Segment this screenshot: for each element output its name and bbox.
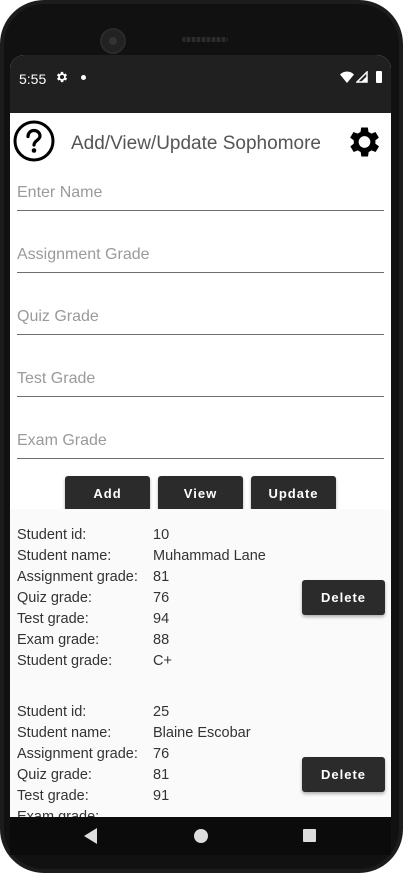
student-list[interactable]: Student id: 10 Student name: Muhammad Lane… [10, 509, 391, 817]
student-id-label: Student id: [17, 704, 87, 720]
name-field[interactable] [17, 178, 384, 211]
quiz-grade-label: Quiz grade: [17, 767, 92, 783]
student-id-label: Student id: [17, 527, 87, 543]
settings-gear-icon[interactable] [343, 122, 383, 162]
test-grade-value: 91 [153, 788, 170, 804]
quiz-grade-input[interactable] [17, 302, 384, 332]
exam-grade-field[interactable] [17, 426, 384, 459]
assignment-grade-value: 81 [153, 569, 170, 585]
assignment-grade-field[interactable] [17, 240, 384, 273]
back-icon[interactable] [84, 828, 98, 844]
student-name-value: Blaine Escobar [153, 725, 251, 741]
delete-button[interactable]: Delete [302, 580, 385, 615]
test-grade-label: Test grade: [17, 788, 89, 804]
exam-grade-value: 88 [153, 632, 170, 648]
page-title: Add/View/Update Sophomore [71, 133, 321, 154]
quiz-grade-label: Quiz grade: [17, 590, 92, 606]
earpiece-speaker [182, 37, 228, 42]
app-bar: Add/View/Update Sophomore [10, 113, 391, 171]
delete-button[interactable]: Delete [302, 757, 385, 792]
assignment-grade-label: Assignment grade: [17, 569, 138, 585]
assignment-grade-input[interactable] [17, 240, 384, 270]
student-name-label: Student name: [17, 725, 112, 741]
student-card: Student id: 10 Student name: Muhammad Lane… [10, 509, 391, 694]
exam-grade-input[interactable] [17, 426, 384, 456]
front-camera [100, 28, 126, 54]
quiz-grade-value: 81 [153, 767, 170, 783]
view-button[interactable]: View [158, 476, 243, 511]
student-card: Student id: 25 Student name: Blaine Escoba… [10, 694, 391, 817]
student-id-value: 25 [153, 704, 170, 720]
test-grade-field[interactable] [17, 364, 384, 397]
add-button[interactable]: Add [65, 476, 150, 511]
battery-icon [376, 71, 382, 83]
test-grade-input[interactable] [17, 364, 384, 394]
wifi-icon [340, 71, 354, 83]
name-input[interactable] [17, 178, 384, 208]
test-grade-value: 94 [153, 611, 170, 627]
screen: 5:55 Add/View/Update Sophomore Enter Nam… [10, 55, 391, 817]
student-name-label: Student name: [17, 548, 112, 564]
status-bar: 5:55 [10, 55, 391, 113]
home-icon[interactable] [194, 829, 208, 843]
quiz-grade-value: 76 [153, 590, 170, 606]
help-icon[interactable] [13, 120, 55, 162]
cell-signal-icon [356, 71, 368, 83]
update-button[interactable]: Update [251, 476, 336, 511]
settings-notification-icon [56, 71, 68, 83]
student-grade-label: Student grade: [17, 653, 113, 669]
system-navigation-bar [10, 817, 391, 855]
exam-grade-label: Exam grade: [17, 632, 100, 648]
test-grade-label: Test grade: [17, 611, 89, 627]
student-grade-value: C+ [153, 653, 172, 669]
assignment-grade-value: 76 [153, 746, 170, 762]
recent-apps-icon[interactable] [303, 829, 316, 842]
student-id-value: 10 [153, 527, 170, 543]
quiz-grade-field[interactable] [17, 302, 384, 335]
status-time: 5:55 [19, 71, 47, 87]
exam-grade-label: Exam grade: [17, 809, 100, 817]
assignment-grade-label: Assignment grade: [17, 746, 138, 762]
notification-dot-icon [81, 75, 86, 80]
student-name-value: Muhammad Lane [153, 548, 266, 564]
